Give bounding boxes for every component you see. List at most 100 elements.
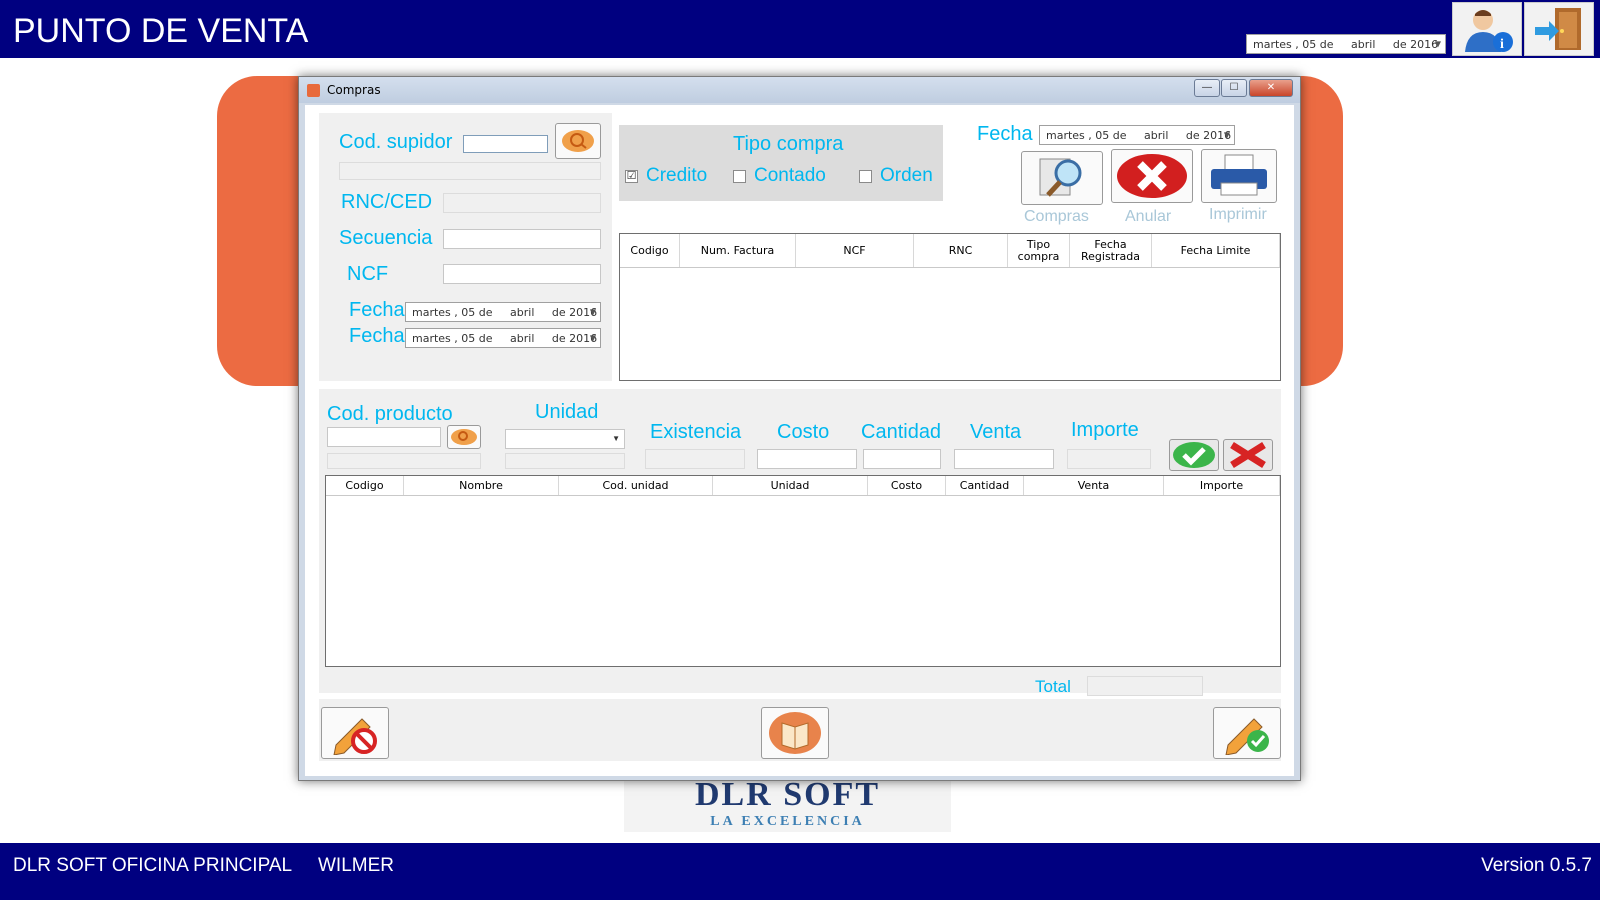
user-info-button[interactable]: i	[1452, 2, 1522, 56]
costo-label: Costo	[777, 421, 830, 443]
magnifier-document-icon	[1039, 158, 1082, 197]
add-item-button[interactable]	[1169, 439, 1219, 471]
purchases-grid[interactable]: Codigo Num. Factura NCF RNC Tipo compra …	[619, 233, 1281, 381]
ncf-input[interactable]	[443, 264, 601, 284]
chevron-down-icon: ▼	[589, 307, 596, 317]
column-header[interactable]: Unidad	[713, 476, 868, 495]
cod-producto-label: Cod. producto	[327, 403, 453, 425]
window-client: Cod. supidor RNC/CED Secuencia NCF Fecha…	[305, 105, 1294, 776]
fecha-header-picker[interactable]: martes , 05 de abril de 2016 ▼	[1039, 125, 1235, 145]
unidad-display	[505, 453, 625, 469]
purchases-grid-header: Codigo Num. Factura NCF RNC Tipo compra …	[620, 234, 1280, 268]
cantidad-label: Cantidad	[861, 421, 942, 443]
column-header[interactable]: RNC	[914, 234, 1008, 267]
imprimir-button[interactable]	[1201, 149, 1277, 203]
imprimir-label: Imprimir	[1209, 206, 1267, 223]
unidad-label: Unidad	[535, 401, 599, 423]
app-header: PUNTO DE VENTA martes , 05 de abril de 2…	[0, 0, 1600, 58]
contado-checkbox[interactable]: Contado	[733, 165, 826, 187]
total-display	[1087, 676, 1203, 696]
product-name-display	[327, 453, 481, 469]
remove-item-button[interactable]	[1223, 439, 1273, 471]
venta-input[interactable]	[954, 449, 1054, 469]
search-icon	[562, 130, 594, 152]
importe-display	[1067, 449, 1151, 469]
ncf-label: NCF	[347, 263, 389, 285]
items-grid[interactable]: Codigo Nombre Cod. unidad Unidad Costo C…	[325, 475, 1281, 667]
column-header[interactable]: Costo	[868, 476, 946, 495]
branch-name: DLR SOFT OFICINA PRINCIPAL	[13, 855, 293, 876]
column-header[interactable]: Venta	[1024, 476, 1164, 495]
total-label: Total	[1035, 677, 1071, 696]
search-product-button[interactable]	[447, 425, 481, 449]
costo-input[interactable]	[757, 449, 857, 469]
column-header[interactable]: Codigo	[326, 476, 404, 495]
window-app-icon	[307, 84, 320, 97]
fecha2-label: Fecha	[349, 325, 405, 347]
column-header[interactable]: Fecha Limite	[1152, 234, 1280, 267]
close-button[interactable]: ✕	[1249, 79, 1293, 97]
cancel-x-icon	[1117, 154, 1187, 198]
column-header[interactable]: Nombre	[404, 476, 559, 495]
venta-label: Venta	[970, 421, 1022, 443]
column-header[interactable]: Fecha Registrada	[1070, 234, 1152, 267]
version-text: Version 0.5.7	[1481, 855, 1592, 876]
column-header[interactable]: Tipo compra	[1008, 234, 1070, 267]
close-x-icon	[1230, 442, 1266, 468]
rnc-label: RNC/CED	[341, 191, 433, 213]
column-header[interactable]: Num. Factura	[680, 234, 796, 267]
anular-label: Anular	[1125, 208, 1172, 225]
items-grid-header: Codigo Nombre Cod. unidad Unidad Costo C…	[326, 476, 1280, 496]
fecha1-picker[interactable]: martes , 05 de abril de 2016 ▼	[405, 302, 601, 322]
fecha2-picker[interactable]: martes , 05 de abril de 2016 ▼	[405, 328, 601, 348]
column-header[interactable]: Codigo	[620, 234, 680, 267]
chevron-down-icon: ▼	[589, 333, 596, 343]
compras-window: Compras — ☐ ✕ Cod. supidor RNC/CED Secue…	[298, 76, 1301, 781]
fecha1-label: Fecha	[349, 299, 405, 321]
save-button[interactable]	[1213, 707, 1281, 759]
cod-producto-input[interactable]	[327, 427, 441, 447]
chevron-down-icon: ▼	[1223, 130, 1230, 140]
app-title: PUNTO DE VENTA	[13, 12, 309, 50]
chevron-down-icon: ▼	[612, 434, 620, 443]
app-date-picker[interactable]: martes , 05 de abril de 2016 ▼	[1246, 34, 1446, 54]
cancel-edit-button[interactable]	[321, 707, 389, 759]
column-header[interactable]: Cod. unidad	[559, 476, 713, 495]
printer-icon	[1211, 154, 1267, 196]
exit-button[interactable]	[1524, 2, 1594, 56]
credito-checkbox[interactable]: ☑ Credito	[625, 165, 707, 187]
orden-checkbox[interactable]: Orden	[859, 165, 933, 187]
svg-text:i: i	[1500, 37, 1504, 52]
open-book-button[interactable]	[761, 707, 829, 759]
secuencia-label: Secuencia	[339, 227, 433, 249]
window-title: Compras	[327, 83, 381, 97]
cod-supidor-label: Cod. supidor	[339, 131, 453, 153]
compras-label: Compras	[1024, 208, 1089, 225]
column-header[interactable]: Cantidad	[946, 476, 1024, 495]
status-bar: DLR SOFT OFICINA PRINCIPAL WILMER Versio…	[0, 843, 1600, 900]
book-icon	[769, 712, 821, 754]
importe-label: Importe	[1071, 419, 1139, 441]
tipo-compra-title: Tipo compra	[733, 133, 844, 155]
existencia-label: Existencia	[650, 421, 742, 443]
pencil-check-icon	[1225, 718, 1269, 755]
anular-button[interactable]	[1111, 149, 1193, 203]
checkmark-icon	[1173, 442, 1215, 468]
exit-door-icon	[1535, 8, 1581, 50]
maximize-button[interactable]: ☐	[1221, 79, 1247, 97]
search-icon	[451, 429, 477, 445]
secuencia-input[interactable]	[443, 229, 601, 249]
minimize-button[interactable]: —	[1194, 79, 1220, 97]
cod-supidor-input[interactable]	[463, 135, 548, 153]
column-header[interactable]: NCF	[796, 234, 914, 267]
window-titlebar: Compras — ☐ ✕	[299, 77, 1300, 103]
chevron-down-icon: ▼	[1434, 39, 1441, 49]
existencia-display	[645, 449, 745, 469]
cantidad-input[interactable]	[863, 449, 941, 469]
compras-search-button[interactable]	[1021, 151, 1103, 205]
unidad-select[interactable]: ▼	[505, 429, 625, 449]
column-header[interactable]: Importe	[1164, 476, 1280, 495]
rnc-display	[443, 193, 601, 213]
user-info-icon: i	[1465, 10, 1513, 52]
search-supplier-button[interactable]	[555, 123, 601, 159]
